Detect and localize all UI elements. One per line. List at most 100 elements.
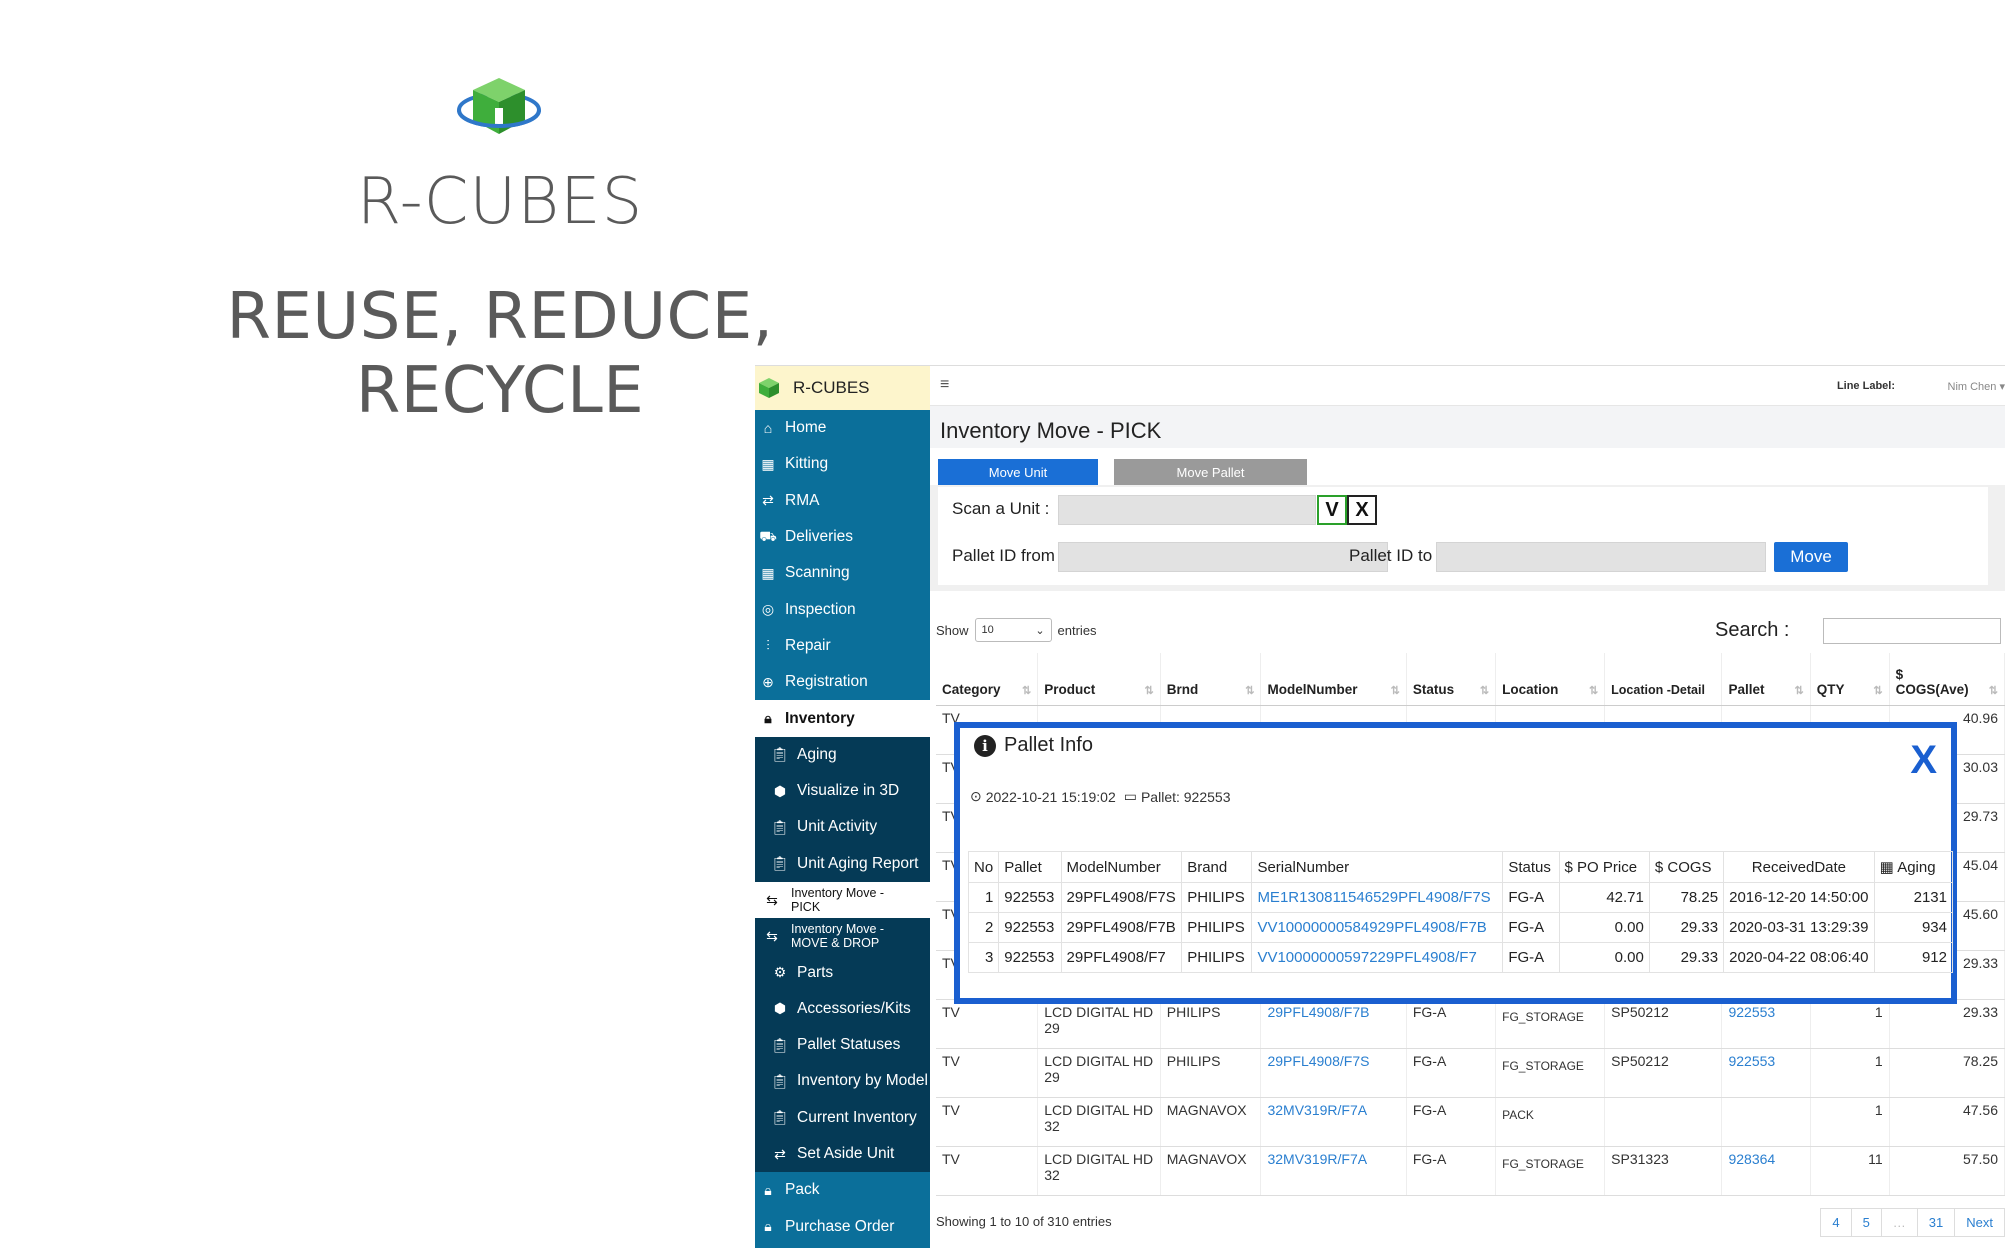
user-menu[interactable]: Nim Chen ▾ (1948, 380, 2005, 393)
clear-x-button[interactable]: X (1347, 495, 1377, 525)
sidebar-item-rma[interactable]: ⇄ RMA (755, 483, 930, 519)
cell-pallet-link[interactable] (1721, 1097, 1811, 1147)
col-status[interactable]: Status ⇅ (1406, 653, 1497, 706)
move-form-panel: Scan a Unit : V X Pallet ID from : Palle… (930, 485, 2005, 591)
screenshot-stage: R-CUBES REUSE, REDUCE, RECYCLE R-CUBES ⌂… (0, 0, 2005, 1248)
cell-product: LCD DIGITAL HD 32 (1037, 1146, 1161, 1196)
page-link[interactable]: 5 (1852, 1209, 1882, 1236)
sort-icon: ⇅ (1390, 684, 1400, 697)
col-cogs: $ COGS (1648, 851, 1725, 883)
table-row[interactable]: TV LCD DIGITAL HD 32 MAGNAVOX 32MV319R/F… (936, 1146, 2005, 1196)
cell-pallet-link[interactable]: 928364 (1721, 1146, 1811, 1196)
sidebar-item-label: Pallet Statuses (797, 1036, 901, 1054)
sidebar-item-repair[interactable]: ⫶ Repair (755, 628, 930, 664)
main-content: ≡ Line Label: Nim Chen ▾ Inventory Move … (930, 366, 2005, 1248)
cell-pallet-link[interactable]: 922553 (1721, 1048, 1811, 1098)
cell-model-link[interactable]: 29PFL4908/F7S (1260, 1048, 1407, 1098)
col-pallet[interactable]: Pallet ⇅ (1721, 653, 1811, 706)
move-button[interactable]: Move (1774, 542, 1848, 572)
lock-icon: 🔒︎ (764, 1181, 772, 1198)
col-location-detail[interactable]: Location -Detail (1604, 653, 1723, 706)
close-button[interactable]: X (1910, 738, 1937, 783)
sliders-icon: ⫶ (766, 637, 770, 654)
cell-location-detail: SP31323 (1604, 1146, 1723, 1196)
cell-model-link[interactable]: 29PFL4908/F7B (1260, 999, 1407, 1049)
sidebar-item-home[interactable]: ⌂ Home (755, 410, 930, 446)
sort-icon: ⇅ (1479, 684, 1490, 697)
cell-model: 29PFL4908/F7S (1060, 882, 1183, 913)
table-row[interactable]: TV LCD DIGITAL HD 29 PHILIPS 29PFL4908/F… (936, 1048, 2005, 1098)
cell-pallet: 922553 (998, 882, 1062, 913)
cell-no: 2 (967, 912, 1000, 943)
sidebar-item-label: Scanning (785, 564, 850, 582)
sidebar-item-deliveries[interactable]: ⛟ Deliveries (755, 519, 930, 555)
cell-model: 29PFL4908/F7 (1060, 942, 1183, 973)
sidebar-item-inspection[interactable]: ◎ Inspection (755, 591, 930, 627)
clipboard-icon: 📋︎ (771, 855, 789, 872)
col-label: Product (1044, 681, 1096, 697)
sidebar-item-pallet-statuses[interactable]: 📋︎ Pallet Statuses (755, 1027, 930, 1063)
cell-serial-link[interactable]: VV10000000584929PFL4908/F7B (1251, 912, 1504, 943)
cell-model-link[interactable]: 32MV319R/F7A (1260, 1146, 1407, 1196)
tab-move-pallet[interactable]: Move Pallet (1114, 459, 1307, 485)
sidebar-item-pack[interactable]: 🔒︎ Pack (755, 1172, 930, 1208)
table-info: Showing 1 to 10 of 310 entries (936, 1214, 1112, 1229)
table-row[interactable]: TV LCD DIGITAL HD 32 MAGNAVOX 32MV319R/F… (936, 1097, 2005, 1147)
sidebar-item-kitting[interactable]: ▦ Kitting (755, 446, 930, 482)
sidebar-item-label: Parts (797, 963, 834, 981)
search-input[interactable] (1823, 618, 2001, 644)
cell-model-link[interactable]: 32MV319R/F7A (1260, 1097, 1407, 1147)
col-product[interactable]: Product ⇅ (1037, 653, 1161, 706)
col-qty[interactable]: QTY ⇅ (1810, 653, 1890, 706)
sidebar-item-scanning[interactable]: ▦ Scanning (755, 555, 930, 591)
entries-select[interactable]: 10 ⌄ (974, 618, 1052, 642)
col-location[interactable]: Location ⇅ (1495, 653, 1606, 706)
sidebar-item-inventory-move-pick[interactable]: ⇆ Inventory Move - PICK (755, 881, 930, 919)
col-model[interactable]: ModelNumber ⇅ (1260, 653, 1407, 706)
sidebar-item-unit-activity[interactable]: 📋︎ Unit Activity (755, 809, 930, 845)
tab-move-unit[interactable]: Move Unit (938, 459, 1098, 485)
next-page-button[interactable]: Next (1955, 1209, 2004, 1236)
sidebar-item-inventory-move-drop[interactable]: ⇆ Inventory Move -MOVE & DROP (755, 918, 930, 954)
scan-unit-input[interactable] (1058, 495, 1316, 525)
inbox-icon: ▭ (1123, 788, 1137, 804)
cell-model: 29PFL4908/F7B (1060, 912, 1183, 943)
col-no: No (967, 851, 1000, 883)
caret-down-icon: ▾ (1999, 381, 2005, 393)
col-cogs[interactable]: $ COGS(Ave) ⇅ (1889, 653, 2005, 706)
cell-pallet-link[interactable]: 922553 (1721, 999, 1811, 1049)
cell-serial-link[interactable]: VV10000000597229PFL4908/F7 (1251, 942, 1504, 973)
col-category[interactable]: Category ⇅ (936, 653, 1039, 706)
page-link[interactable]: 31 (1918, 1209, 1956, 1236)
modal-pallet: Pallet: 922553 (1140, 788, 1231, 805)
pallet-info-modal: i Pallet Info X ⊙ 2022-10-21 15:19:02 ▭ … (954, 722, 1957, 1004)
cell-serial-link[interactable]: ME1R130811546529PFL4908/F7S (1251, 882, 1504, 913)
line-label: Line Label: (1836, 380, 1895, 392)
sidebar-item-aging[interactable]: 📋︎ Aging (755, 737, 930, 773)
cell-po-price: 42.71 (1558, 882, 1650, 913)
sidebar-item-visualize-3d[interactable]: ⬢ Visualize in 3D (755, 773, 930, 809)
confirm-v-button[interactable]: V (1317, 495, 1347, 525)
sidebar-item-registration[interactable]: ⊕ Registration (755, 664, 930, 700)
sidebar-item-set-aside-unit[interactable]: ⇄ Set Aside Unit (755, 1136, 930, 1172)
truck-icon: ⛟ (759, 527, 777, 544)
page-link[interactable]: 4 (1821, 1209, 1852, 1236)
pallet-to-input[interactable] (1436, 542, 1766, 572)
hamburger-menu-icon[interactable]: ≡ (940, 376, 949, 394)
pallet-from-input[interactable] (1058, 542, 1388, 572)
sidebar-item-inventory-by-model[interactable]: 📋︎ Inventory by Model (755, 1063, 930, 1099)
sidebar-item-current-inventory[interactable]: 📋︎ Current Inventory (755, 1100, 930, 1136)
home-icon: ⌂ (763, 420, 773, 437)
table-row[interactable]: TV LCD DIGITAL HD 29 PHILIPS 29PFL4908/F… (936, 999, 2005, 1049)
cell-po-price: 0.00 (1558, 942, 1650, 973)
sidebar-brand[interactable]: R-CUBES (755, 366, 930, 410)
col-brand[interactable]: Brnd ⇅ (1160, 653, 1262, 706)
sidebar-item-accessories-kits[interactable]: ⬢ Accessories/Kits (755, 991, 930, 1027)
sidebar-item-inventory[interactable]: 🔒︎ Inventory (755, 700, 930, 737)
sidebar-item-unit-aging-report[interactable]: 📋︎ Unit Aging Report (755, 846, 930, 882)
sidebar-item-purchase-order[interactable]: 🔒︎ Purchase Order (755, 1209, 930, 1245)
entries-control: Show 10 ⌄ entries (936, 618, 1097, 642)
sort-icon: ⇅ (1873, 684, 1883, 697)
cell-cogs: 78.25 (1889, 1048, 2005, 1098)
sidebar-item-parts[interactable]: ⚙ Parts (755, 954, 930, 990)
